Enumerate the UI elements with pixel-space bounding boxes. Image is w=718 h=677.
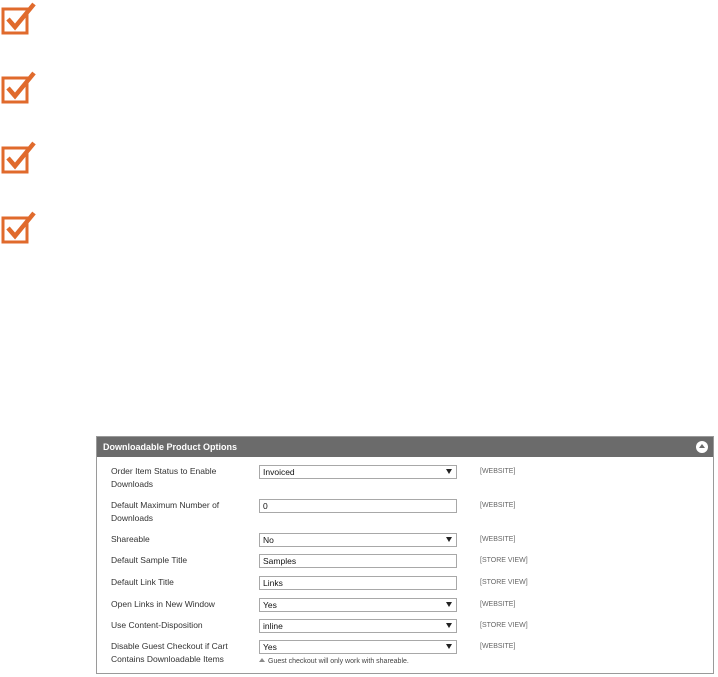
guest-checkout-select[interactable]: Yes: [259, 640, 457, 654]
note-text: Guest checkout will only work with share…: [268, 658, 409, 665]
content-disposition-select[interactable]: inline: [259, 619, 457, 633]
collapse-icon[interactable]: [696, 441, 708, 453]
checkbox-checked-icon: [1, 141, 36, 174]
setting-label: Default Sample Title: [111, 555, 188, 565]
select-value: Yes: [263, 600, 277, 610]
guest-checkout-note: Guest checkout will only work with share…: [259, 658, 409, 665]
dropdown-arrow-icon: [446, 623, 452, 628]
scope-label: [STORE VIEW]: [480, 579, 528, 586]
setting-label: Order Item Status to Enable Downloads: [111, 466, 217, 489]
scope-label: [WEBSITE]: [480, 643, 516, 650]
sample-title-input[interactable]: Samples: [259, 554, 457, 568]
setting-label: Disable Guest Checkout if Cart Contains …: [111, 641, 228, 664]
scope-label: [WEBSITE]: [480, 468, 516, 475]
max-downloads-input[interactable]: 0: [259, 499, 457, 513]
dropdown-arrow-icon: [446, 602, 452, 607]
order-item-status-select[interactable]: Invoiced: [259, 465, 457, 479]
setting-label: Default Link Title: [111, 577, 174, 587]
checkbox-checked-icon: [1, 71, 36, 104]
setting-label: Default Maximum Number of Downloads: [111, 500, 220, 523]
setting-label: Open Links in New Window: [111, 599, 215, 609]
link-title-input[interactable]: Links: [259, 576, 457, 590]
scope-label: [STORE VIEW]: [480, 557, 528, 564]
checkbox-checked-icon: [1, 2, 36, 35]
dropdown-arrow-icon: [446, 537, 452, 542]
checkbox-checked-icon: [1, 211, 36, 244]
note-triangle-icon: [259, 658, 265, 662]
dropdown-arrow-icon: [446, 469, 452, 474]
panel-title: Downloadable Product Options: [103, 442, 238, 452]
open-links-select[interactable]: Yes: [259, 598, 457, 612]
scope-label: [WEBSITE]: [480, 502, 516, 509]
panel-header[interactable]: Downloadable Product Options: [97, 437, 713, 457]
select-value: inline: [263, 621, 283, 631]
scope-label: [STORE VIEW]: [480, 622, 528, 629]
select-value: No: [263, 535, 274, 545]
scope-label: [WEBSITE]: [480, 536, 516, 543]
select-value: Yes: [263, 642, 277, 652]
setting-label: Use Content-Disposition: [111, 620, 203, 630]
dropdown-arrow-icon: [446, 644, 452, 649]
shareable-select[interactable]: No: [259, 533, 457, 547]
downloadable-options-panel: Downloadable Product Options Order Item …: [96, 436, 714, 674]
select-value: Invoiced: [263, 467, 295, 477]
scope-label: [WEBSITE]: [480, 601, 516, 608]
setting-label: Shareable: [111, 534, 150, 544]
